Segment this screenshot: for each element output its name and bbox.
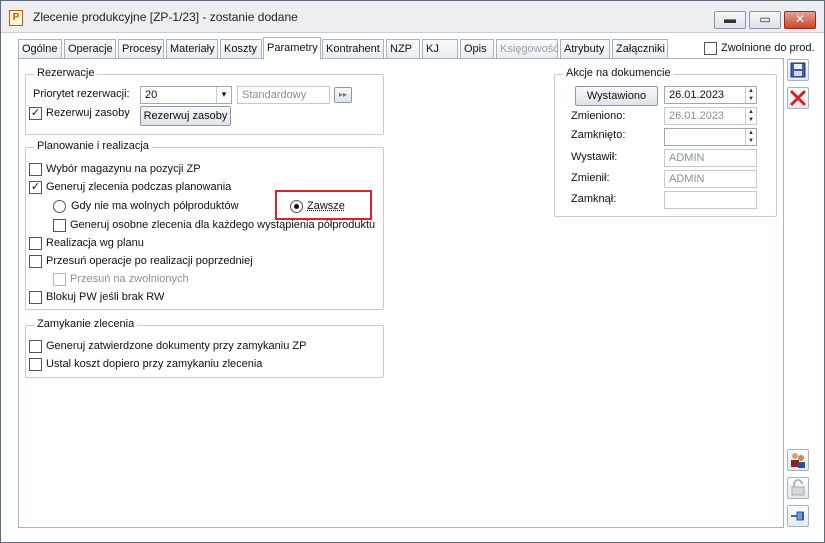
zmieniono-date-value: 26.01.2023: [669, 110, 725, 122]
app-icon: P: [9, 10, 23, 26]
generuj-osobne-label: Generuj osobne zlecenia dla każdego wyst…: [70, 219, 376, 231]
wybor-magazynu-checkbox[interactable]: [29, 163, 42, 176]
rezerwuj-zasoby-button[interactable]: Rezerwuj zasoby: [140, 106, 231, 126]
generuj-zlecenia-checkbox[interactable]: ✓: [29, 181, 42, 194]
zamykanie-title: Zamykanie zlecenia: [34, 318, 138, 330]
users-button[interactable]: [787, 449, 809, 471]
maximize-button[interactable]: ▭: [749, 11, 781, 29]
zamknieto-label: Zamknięto:: [571, 129, 626, 141]
delete-button[interactable]: [787, 87, 809, 109]
ustal-koszt-checkbox[interactable]: [29, 358, 42, 371]
title-bar: P Zlecenie produkcyjne [ZP-1/23] - zosta…: [1, 1, 824, 33]
przesun-zwolnionych-checkbox[interactable]: [53, 273, 66, 286]
lock-button[interactable]: [787, 477, 809, 499]
tab-atrybuty[interactable]: Atrybuty: [560, 39, 610, 59]
tab-operacje[interactable]: Operacje: [64, 39, 116, 59]
zamknal-label: Zamknął:: [571, 193, 617, 205]
tab-ogolne[interactable]: Ogólne: [18, 39, 62, 59]
wystawil-label: Wystawił:: [571, 151, 618, 163]
przesun-operacje-checkbox[interactable]: [29, 255, 42, 268]
pin-button[interactable]: [787, 505, 809, 527]
rezerwacje-title: Rezerwacje: [34, 67, 98, 79]
priorytet-label: Priorytet rezerwacji:: [33, 88, 130, 100]
zmieniono-date-spinner: ▲ ▼: [745, 108, 756, 124]
priorytet-value: 20: [145, 89, 158, 101]
tab-kontrahent[interactable]: Kontrahent: [322, 39, 384, 59]
tab-zalaczniki[interactable]: Załączniki: [612, 39, 668, 59]
przesun-zwolnionych-label: Przesuń na zwolnionych: [70, 273, 189, 285]
wystawiono-date-value: 26.01.2023: [669, 89, 725, 101]
tab-koszty[interactable]: Koszty: [220, 39, 262, 59]
window-title: Zlecenie produkcyjne [ZP-1/23] - zostani…: [33, 10, 298, 24]
planowanie-title: Planowanie i realizacja: [34, 140, 152, 152]
przesun-operacje-label: Przesuń operacje po realizacji poprzedni…: [46, 255, 253, 267]
tab-nzp[interactable]: NZP: [386, 39, 420, 59]
zamknieto-date-spinner[interactable]: ▲ ▼: [745, 129, 756, 145]
blokuj-pw-label: Blokuj PW jeśli brak RW: [46, 291, 165, 303]
rezerwuj-checkbox[interactable]: ✓: [29, 107, 42, 120]
users-icon: [791, 453, 805, 468]
tab-opis[interactable]: Opis: [460, 39, 494, 59]
wybor-magazynu-label: Wybór magazynu na pozycji ZP: [46, 163, 201, 175]
tab-parametry[interactable]: Parametry: [263, 37, 321, 60]
tab-procesy[interactable]: Procesy: [118, 39, 164, 59]
zwolnione-label: Zwolnione do prod.: [721, 42, 815, 54]
generuj-osobne-checkbox[interactable]: [53, 219, 66, 232]
tab-kj[interactable]: KJ: [422, 39, 458, 59]
priorytet-lookup-button[interactable]: ▸▸: [334, 87, 352, 103]
zwolnione-checkbox[interactable]: [704, 42, 717, 55]
ustal-koszt-label: Ustal koszt dopiero przy zamykaniu zlece…: [46, 358, 263, 370]
realizacja-wg-planu-label: Realizacja wg planu: [46, 237, 144, 249]
zmienil-field: ADMIN: [664, 170, 757, 188]
chevron-down-icon[interactable]: ▾: [216, 87, 231, 103]
wystawiono-date-spinner[interactable]: ▲ ▼: [745, 87, 756, 103]
generuj-zatwierdzone-label: Generuj zatwierdzone dokumenty przy zamy…: [46, 340, 307, 352]
akcje-title: Akcje na dokumencie: [563, 67, 674, 79]
save-button[interactable]: [787, 59, 809, 81]
tab-materialy[interactable]: Materiały: [166, 39, 218, 59]
wystawil-field: ADMIN: [664, 149, 757, 167]
zmienil-label: Zmienił:: [571, 172, 610, 184]
wystawiono-button[interactable]: Wystawiono: [575, 86, 658, 106]
generuj-zatwierdzone-checkbox[interactable]: [29, 340, 42, 353]
radio-zawsze-label: Zawsze: [307, 200, 345, 212]
generuj-zlecenia-label: Generuj zlecenia podczas planowania: [46, 181, 232, 193]
lock-icon: [791, 479, 805, 496]
zamknal-field: [664, 191, 757, 209]
zmieniono-date-field: 26.01.2023 ▲ ▼: [664, 107, 757, 125]
main-window: P Zlecenie produkcyjne [ZP-1/23] - zosta…: [0, 0, 825, 543]
radio-gdy-nie-ma-label: Gdy nie ma wolnych półproduktów: [71, 200, 239, 212]
priorytet-name-field: Standardowy: [237, 86, 330, 104]
priorytet-select[interactable]: 20 ▾: [140, 86, 232, 104]
wystawiono-date-field[interactable]: 26.01.2023 ▲ ▼: [664, 86, 757, 104]
blokuj-pw-checkbox[interactable]: [29, 291, 42, 304]
radio-zawsze[interactable]: [290, 200, 303, 213]
realizacja-wg-planu-checkbox[interactable]: [29, 237, 42, 250]
close-button[interactable]: ✕: [784, 11, 816, 29]
zamknieto-date-field[interactable]: ▲ ▼: [664, 128, 757, 146]
minimize-button[interactable]: ▬: [714, 11, 746, 29]
zmieniono-label: Zmieniono:: [571, 110, 626, 122]
radio-gdy-nie-ma[interactable]: [53, 200, 66, 213]
delete-icon: [790, 90, 806, 106]
rezerwuj-checkbox-label: Rezerwuj zasoby: [46, 107, 130, 119]
save-icon: [790, 62, 806, 78]
tab-ksiegowosc[interactable]: Księgowość: [496, 39, 559, 59]
pin-icon: [791, 511, 804, 521]
